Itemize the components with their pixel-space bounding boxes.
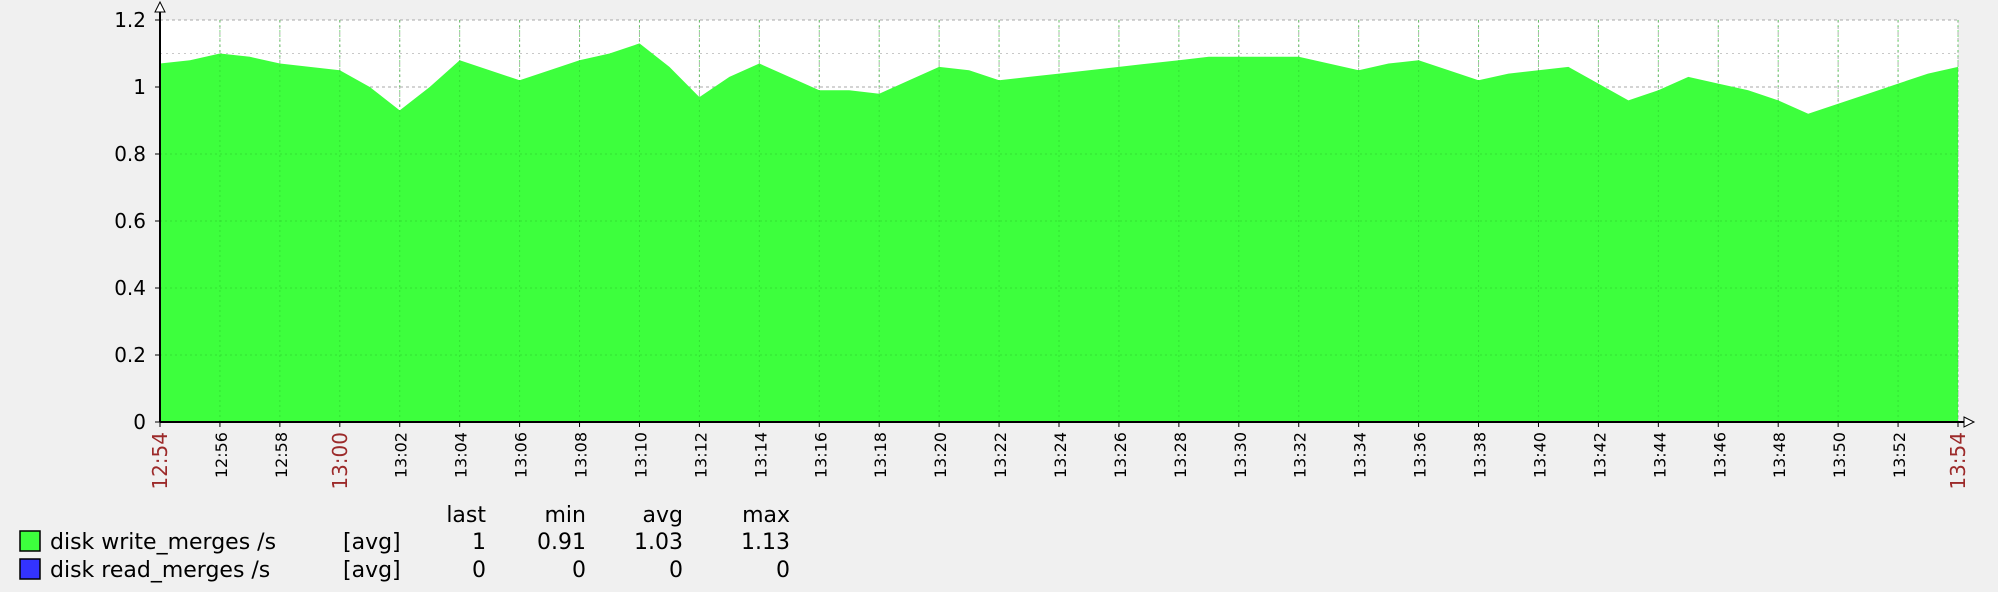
y-tick-label: 1: [133, 75, 146, 99]
x-tick-label: 13:50: [1830, 432, 1849, 478]
legend-value-last: 0: [472, 558, 486, 583]
x-tick-label: 13:42: [1590, 432, 1609, 478]
x-tick-label: 13:26: [1111, 432, 1130, 478]
x-tick-label: 13:02: [392, 432, 411, 478]
x-tick-label: 13:24: [1051, 432, 1070, 478]
x-axis-arrow: [1963, 416, 1976, 428]
x-tick-label: 13:28: [1171, 432, 1190, 478]
x-tick-label: 13:54: [1946, 432, 1970, 490]
x-tick-label: 13:52: [1890, 432, 1909, 478]
y-tick-label: 0.4: [114, 276, 146, 300]
y-tick-label: 0.2: [114, 343, 146, 367]
x-tick-label: 13:36: [1411, 432, 1430, 478]
legend-layer: last min avg max disk write_merges /s [avg] 1 0…: [19, 503, 790, 583]
legend-value-max: 0: [776, 558, 790, 583]
legend-header-min: min: [545, 503, 587, 528]
legend-value-max: 1.13: [741, 530, 790, 555]
x-tick-label: 13:06: [512, 432, 531, 478]
x-tick-label: 13:48: [1770, 432, 1789, 478]
x-tick-label: 13:22: [991, 432, 1010, 478]
legend-series-name: disk write_merges /s: [50, 530, 276, 555]
x-tick-label: 13:14: [751, 432, 770, 478]
legend-header-last: last: [446, 503, 486, 528]
chart-svg: 0 0.2 0.4 0.6 0.8 1 1.2 12:54 12:56 12:58 13:00 13:…: [19, 0, 1976, 583]
legend-value-min: 0: [572, 558, 586, 583]
x-tick-label: 13:10: [631, 432, 650, 478]
x-tick-label: 13:38: [1471, 432, 1490, 478]
y-tick-label: 1.2: [114, 8, 146, 32]
legend-header-max: max: [742, 503, 790, 528]
legend-series-func: [avg]: [343, 530, 401, 555]
legend-value-avg: 1.03: [634, 530, 683, 555]
legend-series-func: [avg]: [343, 558, 401, 583]
x-tick-label: 12:58: [272, 432, 291, 478]
x-tick-label: 13:12: [691, 432, 710, 478]
x-tick-label: 12:56: [212, 432, 231, 478]
legend-value-min: 0.91: [537, 530, 586, 555]
x-tick-label: 13:04: [452, 432, 471, 478]
x-tick-label: 13:08: [572, 432, 591, 478]
x-tick-label: 13:00: [328, 432, 352, 490]
legend-value-avg: 0: [669, 558, 683, 583]
x-tick-label: 13:44: [1650, 432, 1669, 478]
x-tick-label: 12:54: [148, 432, 172, 490]
x-tick-label: 13:32: [1291, 432, 1310, 478]
x-tick-label: 13:20: [931, 432, 950, 478]
y-tick-label: 0.8: [114, 142, 146, 166]
x-tick-label: 13:46: [1710, 432, 1729, 478]
x-tick-label: 13:30: [1231, 432, 1250, 478]
chart-container: 0 0.2 0.4 0.6 0.8 1 1.2 12:54 12:56 12:58 13:00 13:…: [0, 0, 1998, 588]
x-tick-label: 13:34: [1351, 432, 1370, 478]
x-tick-label: 13:40: [1530, 432, 1549, 478]
legend-swatch: [19, 530, 41, 552]
y-tick-label: 0.6: [114, 209, 146, 233]
legend-value-last: 1: [472, 530, 486, 555]
y-axis-arrow: [154, 0, 166, 13]
x-tick-label: 13:18: [871, 432, 890, 478]
legend-header-avg: avg: [643, 503, 683, 528]
legend-swatch: [19, 558, 41, 580]
y-tick-label: 0: [133, 410, 146, 434]
x-tick-label: 13:16: [811, 432, 830, 478]
legend-series-name: disk read_merges /s: [50, 558, 270, 583]
